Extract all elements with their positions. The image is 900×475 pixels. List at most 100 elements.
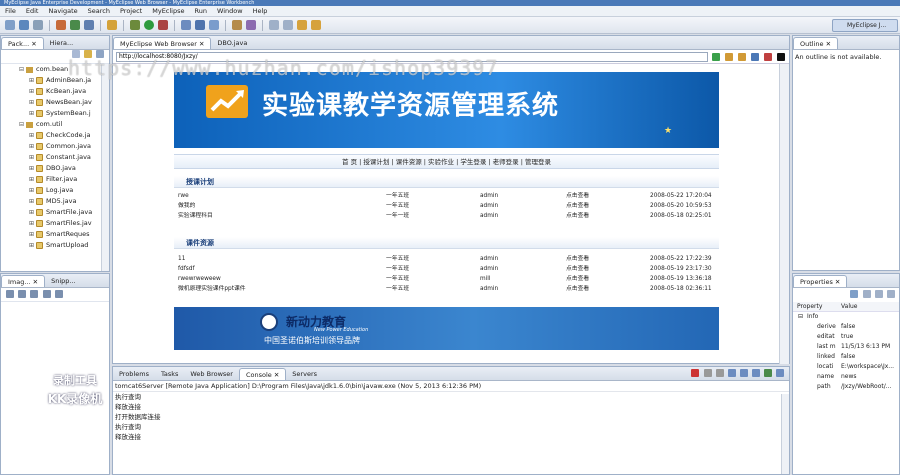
save-icon[interactable] xyxy=(19,20,29,30)
new-class-icon[interactable] xyxy=(195,20,205,30)
remove-launch-icon[interactable] xyxy=(703,369,712,377)
row-action[interactable]: 点击查看 xyxy=(566,201,589,211)
menu-help[interactable]: Help xyxy=(248,7,273,15)
server-icon[interactable] xyxy=(70,20,80,30)
expand-icon[interactable]: ⊞ xyxy=(29,207,36,218)
tab-outline[interactable]: Outline ✕ xyxy=(793,37,839,49)
browser-forward-icon[interactable] xyxy=(738,52,746,61)
tab-snippets[interactable]: Snipp... xyxy=(45,275,82,287)
tab-hierarchy[interactable]: Hiera... xyxy=(44,37,80,49)
expand-icon[interactable]: ⊞ xyxy=(29,108,36,119)
browser-home-icon[interactable] xyxy=(777,52,785,61)
browser-refresh-icon[interactable] xyxy=(751,52,759,61)
tab-tasks[interactable]: Tasks xyxy=(155,368,184,380)
expand-icon[interactable]: ⊞ xyxy=(29,141,36,152)
property-row[interactable]: derive false xyxy=(793,322,899,332)
tree-item[interactable]: ⊞ Common.java xyxy=(19,141,109,152)
info-group[interactable]: ⊟ Info xyxy=(793,312,899,322)
tree-item[interactable]: ⊞ NewsBean.jav xyxy=(19,97,109,108)
back-icon[interactable] xyxy=(297,20,307,30)
menu-edit[interactable]: Edit xyxy=(21,7,44,15)
tree-item[interactable]: ⊞ SmartFile.java xyxy=(19,207,109,218)
zoom-in-icon[interactable] xyxy=(6,290,14,298)
tree-item[interactable]: ⊞ SmartFiles.jav xyxy=(19,218,109,229)
go-icon[interactable] xyxy=(712,52,720,61)
display-console-icon[interactable] xyxy=(763,369,772,377)
perspective-switcher[interactable]: MyEclipse J... xyxy=(832,19,898,32)
row-action[interactable]: 点击查看 xyxy=(566,191,589,201)
expand-icon[interactable]: ⊞ xyxy=(29,75,36,86)
row-action[interactable]: 点击查看 xyxy=(566,274,589,284)
menu-window[interactable]: Window xyxy=(212,7,248,15)
new-interface-icon[interactable] xyxy=(209,20,219,30)
property-row[interactable]: linked false xyxy=(793,352,899,362)
expand-icon[interactable]: ⊞ xyxy=(29,86,36,97)
terminate-icon[interactable] xyxy=(691,369,700,377)
row-name[interactable]: rwewrweweew xyxy=(178,274,221,284)
property-row[interactable]: locati E:\workspace\Jx... xyxy=(793,362,899,372)
new-project-icon[interactable] xyxy=(107,20,117,30)
row-action[interactable]: 点击查看 xyxy=(566,254,589,264)
deploy-icon[interactable] xyxy=(56,20,66,30)
tree-item[interactable]: ⊞ SmartUpload xyxy=(19,240,109,251)
expand-icon[interactable]: ⊞ xyxy=(29,240,36,251)
tree-item[interactable]: ⊟ com.util xyxy=(19,119,109,130)
row-action[interactable]: 点击查看 xyxy=(566,211,589,221)
view-menu-icon[interactable] xyxy=(887,290,895,298)
tab-package-explorer[interactable]: Pack... ✕ xyxy=(1,37,44,49)
pin-console-icon[interactable] xyxy=(751,369,760,377)
property-row[interactable]: path/Jxzy/WebRoot/... xyxy=(793,382,899,392)
tree-item[interactable]: ⊞ MD5.java xyxy=(19,196,109,207)
row-name[interactable]: 做我的 xyxy=(178,201,195,211)
expand-icon[interactable]: ⊟ xyxy=(19,119,26,130)
expand-icon[interactable]: ⊞ xyxy=(29,185,36,196)
remove-all-icon[interactable] xyxy=(715,369,724,377)
row-name[interactable]: fdfsdf xyxy=(178,264,195,274)
tree-item[interactable]: ⊞ CheckCode.ja xyxy=(19,130,109,141)
previous-annotation-icon[interactable] xyxy=(283,20,293,30)
tree-item[interactable]: ⊞ SmartReques xyxy=(19,229,109,240)
menu-search[interactable]: Search xyxy=(83,7,115,15)
open-console-icon[interactable] xyxy=(776,369,784,377)
new-icon[interactable] xyxy=(5,20,15,30)
row-name[interactable]: rwe xyxy=(178,191,189,201)
menu-run[interactable]: Run xyxy=(190,7,212,15)
browser-back-icon[interactable] xyxy=(725,52,733,61)
console-output[interactable]: 执行查询 释放连接 打开数据库连接 执行查询 释放连接 xyxy=(113,392,789,442)
tab-servers[interactable]: Servers xyxy=(286,368,323,380)
row-action[interactable]: 点击查看 xyxy=(566,264,589,274)
tab-web-browser-view[interactable]: Web Browser xyxy=(184,368,239,380)
scroll-lock-icon[interactable] xyxy=(739,369,748,377)
tab-problems[interactable]: Problems xyxy=(113,368,155,380)
next-annotation-icon[interactable] xyxy=(269,20,279,30)
console-scrollbar[interactable] xyxy=(781,394,789,474)
expand-icon[interactable]: ⊞ xyxy=(29,229,36,240)
tab-properties[interactable]: Properties ✕ xyxy=(793,275,848,287)
property-row[interactable]: editat true xyxy=(793,332,899,342)
tree-scrollbar[interactable] xyxy=(101,64,109,271)
property-row[interactable]: last m 11/5/13 6:13 PM xyxy=(793,342,899,352)
zoom-out-icon[interactable] xyxy=(18,290,27,298)
tab-dbo-java[interactable]: DBO.java xyxy=(211,37,253,49)
print-icon[interactable] xyxy=(33,20,43,30)
open-type-icon[interactable] xyxy=(232,20,242,30)
forward-icon[interactable] xyxy=(311,20,321,30)
run-icon[interactable] xyxy=(144,20,154,30)
debug-icon[interactable] xyxy=(130,20,140,30)
restore-default-icon[interactable] xyxy=(874,290,883,298)
expand-icon[interactable]: ⊞ xyxy=(29,218,36,229)
site-nav[interactable]: 首 页 | 授课计划 | 课件资源 | 实验作业 | 学生登录 | 老师登录 |… xyxy=(174,154,719,169)
property-row[interactable]: name news xyxy=(793,372,899,382)
fit-icon[interactable] xyxy=(30,290,39,298)
row-name[interactable]: 实验课程科目 xyxy=(178,211,213,221)
menu-project[interactable]: Project xyxy=(115,7,147,15)
tab-web-browser[interactable]: MyEclipse Web Browser ✕ xyxy=(113,37,212,49)
menu-navigate[interactable]: Navigate xyxy=(43,7,82,15)
refresh-icon[interactable] xyxy=(54,290,63,298)
search-icon[interactable] xyxy=(246,20,256,30)
expand-icon[interactable]: ⊞ xyxy=(29,196,36,207)
browser-icon[interactable] xyxy=(84,20,94,30)
tree-item[interactable]: ⊞ Filter.java xyxy=(19,174,109,185)
tree-item[interactable]: ⊞ Log.java xyxy=(19,185,109,196)
tree-item[interactable]: ⊞ KcBean.java xyxy=(19,86,109,97)
